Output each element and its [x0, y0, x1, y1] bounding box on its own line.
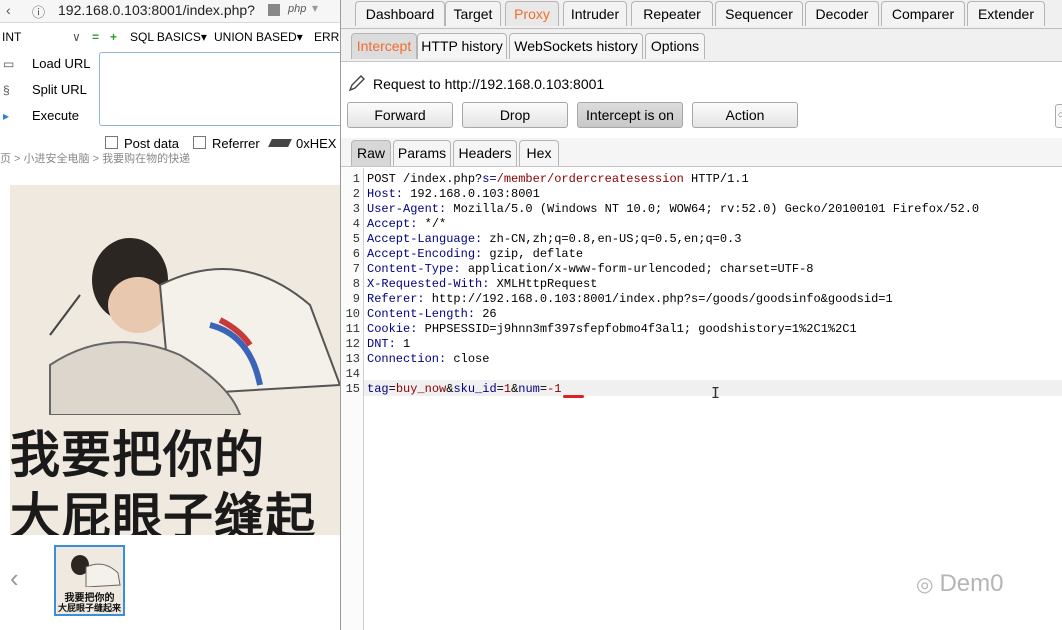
request-line[interactable]: Content-Length: 26 — [367, 307, 497, 321]
request-line[interactable]: Accept-Language: zh-CN,zh;q=0.8,en-US;q=… — [367, 232, 741, 246]
tab-websockets-history[interactable]: WebSockets history — [509, 33, 643, 59]
line-number-gutter: 1 2 3 4 5 6 7 8 9 10 11 12 13 14 15 — [341, 168, 364, 630]
line-number: 14 — [345, 367, 360, 381]
action-button[interactable]: Action — [692, 102, 798, 128]
intercept-toggle-button[interactable]: Intercept is on — [577, 102, 683, 128]
request-line[interactable]: Content-Type: application/x-www-form-url… — [367, 262, 813, 276]
post-data-checkbox[interactable]: Post data — [105, 136, 179, 151]
tab-repeater[interactable]: Repeater — [631, 1, 713, 26]
tab-dashboard[interactable]: Dashboard — [355, 1, 445, 26]
proxy-subtabs: Intercept HTTP history WebSockets histor… — [341, 29, 1062, 62]
tab-http-history[interactable]: HTTP history — [417, 33, 507, 59]
thumbnail-illustration — [71, 555, 121, 587]
request-line[interactable]: tag=buy_now&sku_id=1&num=-1 — [367, 382, 561, 396]
watermark: ◎ Dem0 — [916, 570, 1004, 597]
menu-union-based[interactable]: UNION BASED▾ — [214, 30, 303, 44]
breadcrumb[interactable]: 页 > 小进安全电脑 > 我要购在物的快递 — [0, 150, 340, 164]
request-line[interactable]: Accept-Encoding: gzip, deflate — [367, 247, 583, 261]
menu-sql-basics[interactable]: SQL BASICS▾ — [130, 30, 207, 44]
hackbar-select[interactable]: INT — [2, 30, 21, 44]
minus-icon[interactable]: = — [92, 30, 99, 44]
line-number: 4 — [352, 217, 360, 231]
tab-intruder[interactable]: Intruder — [563, 1, 627, 26]
tab-extender[interactable]: Extender — [967, 1, 1045, 26]
product-thumbnail[interactable]: 我要把你的 大屁眼子缝起来 — [54, 545, 125, 616]
tab-target[interactable]: Target — [445, 1, 501, 26]
page-icon — [268, 4, 280, 16]
search-icon[interactable]: ○ — [1055, 104, 1062, 128]
request-line[interactable]: DNT: 1 — [367, 337, 410, 351]
info-icon[interactable]: ⓘ — [32, 2, 45, 21]
pencil-icon — [348, 75, 365, 92]
thumbnail-caption-line2: 大屁眼子缝起来 — [57, 603, 121, 613]
line-number: 10 — [345, 307, 360, 321]
hex-icon — [268, 139, 292, 147]
line-number: 13 — [345, 352, 360, 366]
request-line[interactable]: Connection: close — [367, 352, 489, 366]
back-icon[interactable]: ‹ — [6, 2, 11, 18]
line-number: 5 — [352, 232, 360, 246]
execute-icon: ▸ — [3, 109, 10, 123]
main-tabs: Dashboard Target Proxy Intruder Repeater… — [341, 0, 1062, 29]
tab-decoder[interactable]: Decoder — [805, 1, 879, 26]
tab-intercept[interactable]: Intercept — [351, 33, 417, 59]
request-line[interactable]: POST /index.php?s=/member/ordercreateses… — [367, 172, 749, 186]
address-bar[interactable]: ‹ ⓘ 192.168.0.103:8001/index.php? php ▾ — [0, 0, 340, 23]
request-target-text: Request to http://192.168.0.103:8001 — [373, 76, 605, 92]
illustration — [49, 238, 340, 415]
tab-raw[interactable]: Raw — [351, 140, 391, 166]
browser-pane: ‹ ⓘ 192.168.0.103:8001/index.php? php ▾ … — [0, 0, 340, 630]
forward-button[interactable]: Forward — [347, 102, 453, 128]
request-line[interactable]: Referer: http://192.168.0.103:8001/index… — [367, 292, 893, 306]
plus-icon[interactable]: + — [110, 30, 117, 44]
drop-button[interactable]: Drop — [462, 102, 568, 128]
request-line[interactable]: X-Requested-With: XMLHttpRequest — [367, 277, 597, 291]
url-text[interactable]: 192.168.0.103:8001/index.php? — [58, 2, 255, 18]
execute-button[interactable]: ▸ Execute — [0, 104, 95, 128]
tab-sequencer[interactable]: Sequencer — [715, 1, 803, 26]
load-url-icon: ▭ — [3, 57, 15, 71]
message-view-tabs: Raw Params Headers Hex — [341, 138, 1062, 167]
tab-headers[interactable]: Headers — [453, 140, 517, 166]
wechat-icon: ◎ — [916, 574, 934, 596]
tab-hex[interactable]: Hex — [519, 140, 559, 166]
line-number: 3 — [352, 202, 360, 216]
line-number: 12 — [345, 337, 360, 351]
request-target: Request to http://192.168.0.103:8001 — [347, 73, 604, 93]
num-value-underline — [563, 395, 584, 398]
tab-proxy[interactable]: Proxy — [505, 1, 559, 26]
hex-button[interactable]: 0xHEX — [268, 136, 336, 151]
line-number: 7 — [352, 262, 360, 276]
request-line[interactable]: Accept: */* — [367, 217, 446, 231]
request-line[interactable]: User-Agent: Mozilla/5.0 (Windows NT 10.0… — [367, 202, 979, 216]
dropdown-icon[interactable]: ▾ — [312, 1, 318, 15]
burp-suite-window: Dashboard Target Proxy Intruder Repeater… — [340, 0, 1062, 630]
line-number: 9 — [352, 292, 360, 306]
line-number: 6 — [352, 247, 360, 261]
prev-arrow-icon[interactable]: ‹ — [10, 563, 19, 594]
product-image: 我要把你的 大屁眼子缝起 — [10, 185, 340, 535]
tab-options[interactable]: Options — [645, 33, 705, 59]
menu-error[interactable]: ERRO — [314, 30, 340, 44]
text-cursor-icon: I — [711, 384, 721, 402]
line-number: 15 — [345, 382, 360, 396]
hackbar-url-textarea[interactable] — [99, 52, 340, 126]
line-number: 8 — [352, 277, 360, 291]
hackbar-toolbar: INT ∨ = + SQL BASICS▾ UNION BASED▾ ERRO — [0, 26, 340, 48]
request-line[interactable]: Host: 192.168.0.103:8001 — [367, 187, 540, 201]
select-arrow-icon[interactable]: ∨ — [72, 30, 81, 44]
meme-caption-line2: 大屁眼子缝起 — [10, 488, 316, 535]
line-number: 11 — [345, 322, 360, 336]
split-url-button[interactable]: § Split URL — [0, 78, 95, 102]
tab-params[interactable]: Params — [393, 140, 451, 166]
php-badge: php — [288, 3, 307, 15]
request-line[interactable]: Cookie: PHPSESSID=j9hnn3mf397sfepfobmo4f… — [367, 322, 857, 336]
referrer-checkbox[interactable]: Referrer — [193, 136, 260, 151]
line-number: 2 — [352, 187, 360, 201]
split-url-icon: § — [3, 83, 10, 97]
load-url-button[interactable]: ▭ Load URL — [0, 52, 95, 76]
tab-comparer[interactable]: Comparer — [881, 1, 965, 26]
request-editor[interactable]: 1 2 3 4 5 6 7 8 9 10 11 12 13 14 15 POST /index.php?s=… — [341, 168, 1062, 630]
line-number: 1 — [352, 172, 360, 186]
